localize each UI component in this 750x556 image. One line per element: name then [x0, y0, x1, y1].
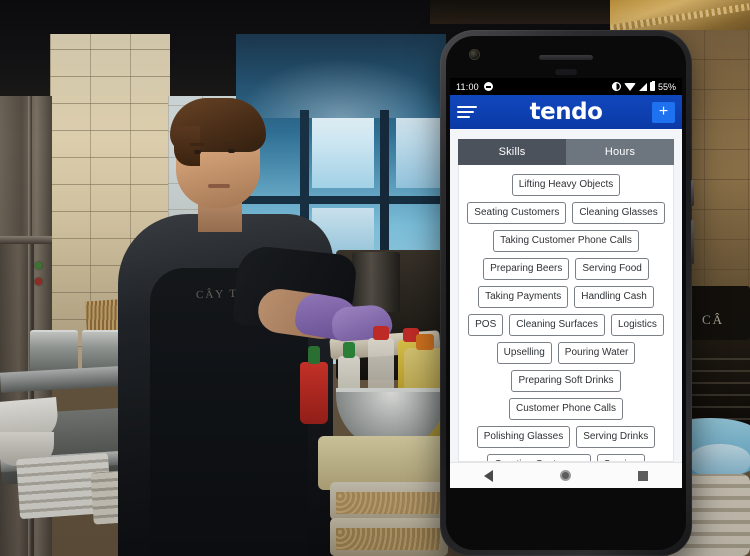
skill-chip-row: Upselling Pouring Water [465, 342, 667, 364]
app-bar: tendo + [450, 95, 682, 129]
content-area: Skills Hours Lifting Heavy Objects Seatin… [450, 129, 682, 462]
hamburger-line-3 [457, 116, 470, 118]
contrast-icon [611, 82, 621, 91]
app-title: tendo [529, 99, 603, 125]
skill-chip[interactable]: Serving Drinks [576, 426, 656, 448]
skill-chip[interactable]: Serving [596, 454, 645, 461]
tab-hours[interactable]: Hours [566, 139, 674, 165]
volume-button[interactable] [691, 220, 694, 264]
status-bar-right: 55% [611, 80, 676, 92]
earpiece-speaker [539, 55, 593, 60]
skill-chip-row: Lifting Heavy Objects [465, 174, 667, 196]
signal-icon [638, 82, 647, 91]
front-camera-icon [470, 50, 479, 59]
skill-chip[interactable]: Taking Payments [478, 286, 569, 308]
skill-chip-row: Polishing Glasses Serving Drinks [465, 426, 667, 448]
battery-percent: 55% [657, 81, 676, 92]
skill-chip[interactable]: Polishing Glasses [476, 426, 571, 448]
speaker-slot [555, 69, 577, 75]
skill-chip-row: Taking Payments Handling Cash [465, 286, 667, 308]
skill-chip-row: Preparing Beers Serving Food [465, 258, 667, 280]
skill-chip[interactable]: Cleaning Surfaces [509, 314, 605, 336]
recents-square-icon[interactable] [638, 470, 649, 481]
skill-chip[interactable]: Preparing Soft Drinks [511, 370, 621, 392]
skill-chip[interactable]: Logistics [610, 314, 664, 336]
android-nav-bar [450, 462, 682, 488]
skill-chip[interactable]: Seating Customers [467, 202, 567, 224]
tab-skills[interactable]: Skills [458, 139, 566, 165]
home-circle-icon[interactable] [559, 470, 571, 481]
phone-screen: 11:00 55% tendo + Skills Hours Lifting H… [450, 78, 682, 488]
hamburger-line-1 [457, 106, 477, 108]
phone-mockup: 11:00 55% tendo + Skills Hours Lifting H… [440, 30, 694, 556]
skill-chip[interactable]: Upselling [496, 342, 552, 364]
power-button[interactable] [691, 180, 694, 206]
skill-chip-row: Greeting Customers Serving [465, 454, 667, 461]
skill-chip[interactable]: Pouring Water [557, 342, 636, 364]
skill-chip[interactable]: Customer Phone Calls [508, 398, 624, 420]
skills-card: Lifting Heavy Objects Seating Customers Cl… [458, 165, 674, 462]
skill-chip-row: POS Cleaning Surfaces Logistics [465, 314, 667, 336]
skill-chip-row: Seating Customers Cleaning Glasses [465, 202, 667, 224]
skill-chip[interactable]: Lifting Heavy Objects [511, 174, 621, 196]
skill-chip[interactable]: Handling Cash [574, 286, 654, 308]
skill-chip[interactable]: Serving Food [575, 258, 649, 280]
phone-body: 11:00 55% tendo + Skills Hours Lifting H… [446, 36, 686, 550]
tab-bar: Skills Hours [458, 139, 674, 165]
wifi-icon [623, 82, 636, 91]
hamburger-line-2 [457, 111, 474, 113]
skill-chip-row: Customer Phone Calls [465, 398, 667, 420]
skill-chip[interactable]: Greeting Customers [487, 454, 591, 461]
add-button[interactable]: + [652, 101, 675, 123]
status-clock: 11:00 [456, 81, 479, 92]
battery-icon [649, 80, 655, 91]
skill-chip-list: Lifting Heavy Objects Seating Customers Cl… [465, 174, 667, 461]
skill-chip[interactable]: POS [468, 314, 504, 336]
skill-chip[interactable]: Preparing Beers [483, 258, 570, 280]
skill-chip-row: Taking Customer Phone Calls [465, 230, 667, 252]
back-triangle-icon[interactable] [483, 469, 493, 482]
hamburger-menu-icon[interactable] [457, 106, 477, 118]
skill-chip-row: Preparing Soft Drinks [465, 370, 667, 392]
skill-chip[interactable]: Cleaning Glasses [572, 202, 665, 224]
status-bar-left: 11:00 [456, 82, 493, 92]
notification-circle-icon [483, 82, 493, 91]
status-bar: 11:00 55% [450, 78, 682, 95]
skill-chip[interactable]: Taking Customer Phone Calls [493, 230, 639, 252]
